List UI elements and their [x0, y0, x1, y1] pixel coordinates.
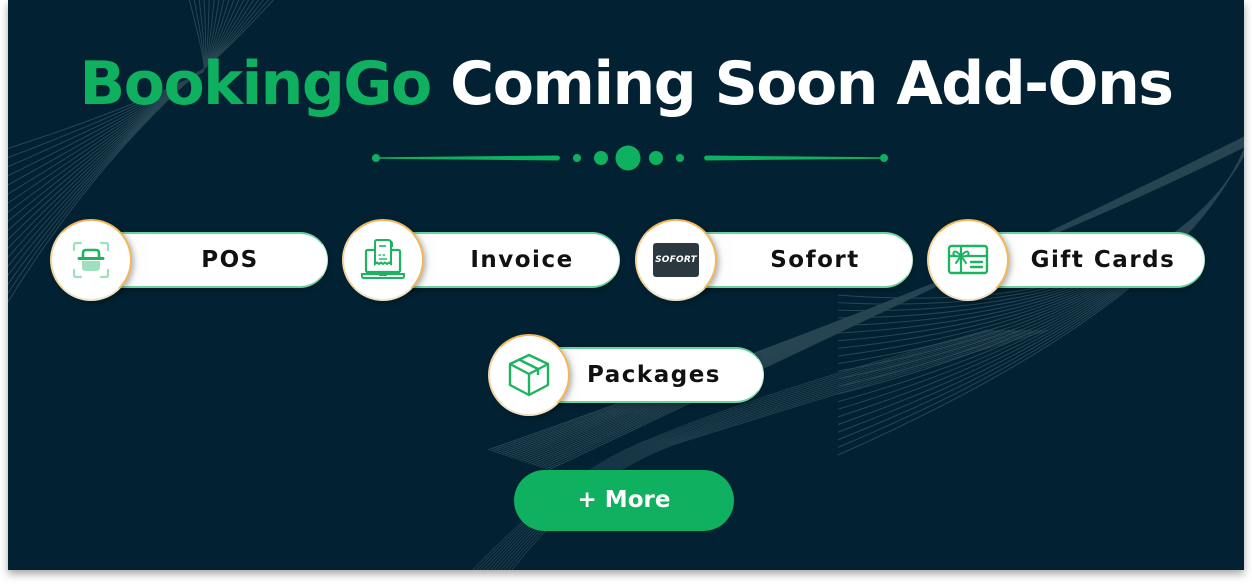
addon-chip-sofort[interactable]: Sofort SOFORT — [635, 219, 913, 301]
gift-card-icon — [947, 244, 989, 275]
addon-icon-circle — [488, 334, 570, 416]
title-brand: BookingGo — [79, 49, 433, 119]
addon-icon-circle — [342, 219, 424, 301]
addon-icon-circle — [50, 219, 132, 301]
title-rest: Coming Soon Add-Ons — [450, 49, 1174, 119]
laptop-receipt-icon — [361, 239, 405, 279]
title-divider — [372, 145, 888, 171]
addon-icon-circle: SOFORT — [635, 219, 717, 301]
package-box-icon — [508, 353, 550, 397]
addons-banner: BookingGo Coming Soon Add-Ons POS Invoic… — [8, 0, 1244, 570]
more-addons-button[interactable]: + More — [514, 470, 734, 531]
addon-chip-gift-cards[interactable]: Gift Cards — [927, 219, 1205, 301]
sofort-logo-icon: SOFORT — [653, 243, 699, 277]
addon-label-invoice: Invoice — [470, 247, 574, 273]
addon-chip-packages[interactable]: Packages — [488, 334, 764, 416]
addon-chip-invoice[interactable]: Invoice — [342, 219, 620, 301]
addon-label-sofort: Sofort — [770, 247, 860, 273]
scanner-basket-icon — [72, 241, 110, 279]
addon-icon-circle — [927, 219, 1009, 301]
addon-chip-pos[interactable]: POS — [50, 219, 328, 301]
addon-label-packages: Packages — [587, 362, 721, 388]
page-title: BookingGo Coming Soon Add-Ons — [8, 44, 1244, 124]
addon-label-pos: POS — [201, 247, 259, 273]
addon-label-gift-cards: Gift Cards — [1030, 247, 1176, 273]
